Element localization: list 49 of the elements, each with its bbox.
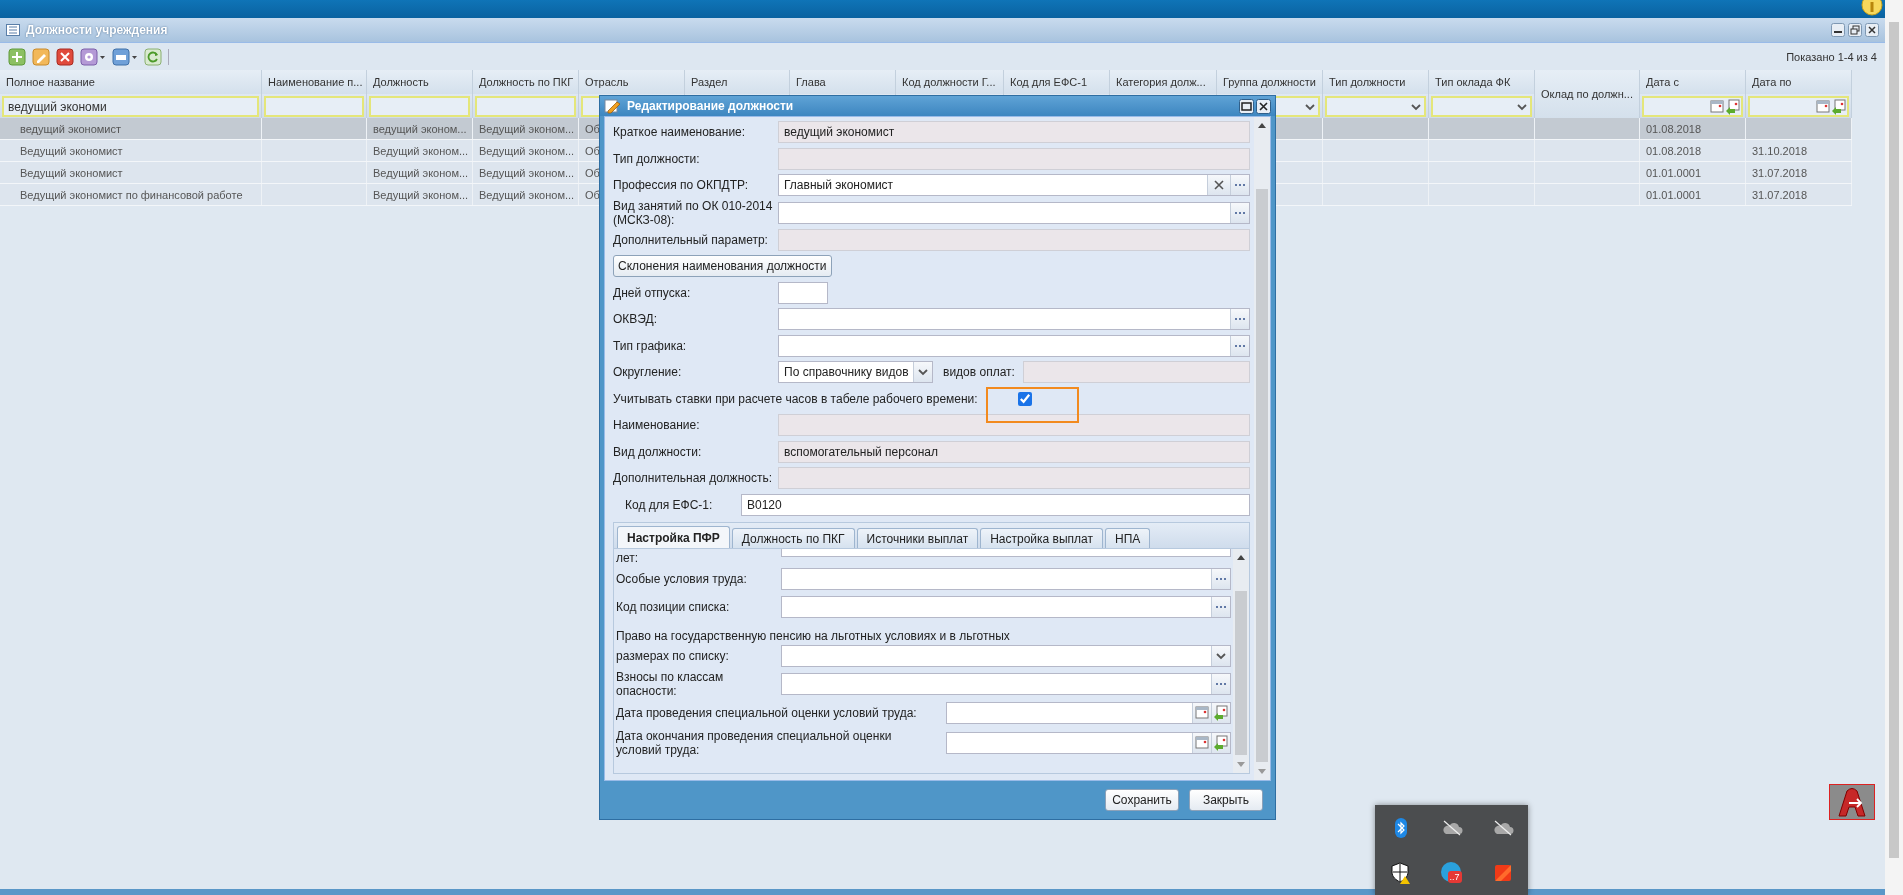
field-label: Округление: [613, 365, 683, 380]
table-cell: Об [585, 166, 600, 179]
field-label: Дополнительный параметр: [613, 232, 769, 247]
table-cell: 01.01.0001 [1646, 166, 1702, 179]
field-label: Наименование: [613, 418, 701, 433]
table-cell: Ведущий экономист [20, 166, 123, 179]
field-label: Дней отпуска: [613, 285, 692, 300]
panel-title: Должности учреждения [26, 23, 169, 37]
field-label: Дата проведения специальной оценки условий труда: [616, 705, 918, 720]
field-label: ОКВЭД: [613, 312, 658, 327]
dialog-title: Редактирование должности [627, 99, 795, 113]
table-cell: Ведущий эконом... [373, 188, 469, 201]
field-label: видов оплат: [943, 365, 1015, 380]
table-cell: Об [585, 122, 600, 135]
field-label: Тип должности: [613, 151, 701, 166]
field-label: Код для ЕФС-1: [624, 497, 714, 512]
table-cell: Ведущий эконом... [479, 188, 575, 201]
table-cell: 31.07.2018 [1752, 188, 1808, 201]
table-cell: Ведущий эконом... [373, 144, 469, 157]
field-label: Вид должности: [613, 444, 703, 459]
table-cell: Ведущий экономист [20, 144, 123, 157]
record-count: Показано 1-4 из 4 [1786, 50, 1877, 63]
field-label: Дополнительная должность: [613, 471, 774, 486]
table-cell: ведущий экономист [20, 122, 121, 135]
field-label: Взносы по классам опасности: [616, 669, 725, 698]
field-label: Код позиции списка: [616, 600, 731, 614]
table-cell: Ведущий эконом... [373, 166, 469, 179]
field-label: Тип графика: [613, 338, 688, 353]
table-cell: ведущий эконом... [373, 122, 467, 135]
field-label: Учитывать ставки при расчете часов в табеле рабочего времени: [613, 391, 978, 406]
table-cell: Об [585, 188, 600, 201]
table-cell: 31.07.2018 [1752, 166, 1808, 179]
table-cell: Ведущий эконом... [479, 166, 575, 179]
field-label: Особые условия труда: [616, 572, 748, 586]
field-label: Вид занятий по ОК 010-2014 (МСКЗ-08): [613, 198, 774, 227]
table-cell: 01.01.0001 [1646, 188, 1702, 201]
table-cell: 01.08.2018 [1646, 122, 1702, 135]
field-label: Профессия по ОКПДТР: [613, 178, 750, 193]
field-label: Дата окончания проведения специальной оценки условий труда: [616, 728, 893, 757]
table-cell: 31.10.2018 [1752, 144, 1808, 157]
field-label: лет: [616, 551, 640, 565]
table-cell: Ведущий экономист по финансовой работе [20, 188, 243, 201]
table-cell: Ведущий эконом... [479, 144, 575, 157]
table-cell: 01.08.2018 [1646, 144, 1702, 157]
field-label: размерах по списку: [616, 649, 730, 664]
field-label: Право на государственную пенсию на льготных условиях и в льготных [616, 629, 1010, 643]
table-cell: Об [585, 144, 600, 157]
table-cell: Ведущий эконом... [479, 122, 575, 135]
field-label: Краткое наименование: [613, 125, 747, 140]
